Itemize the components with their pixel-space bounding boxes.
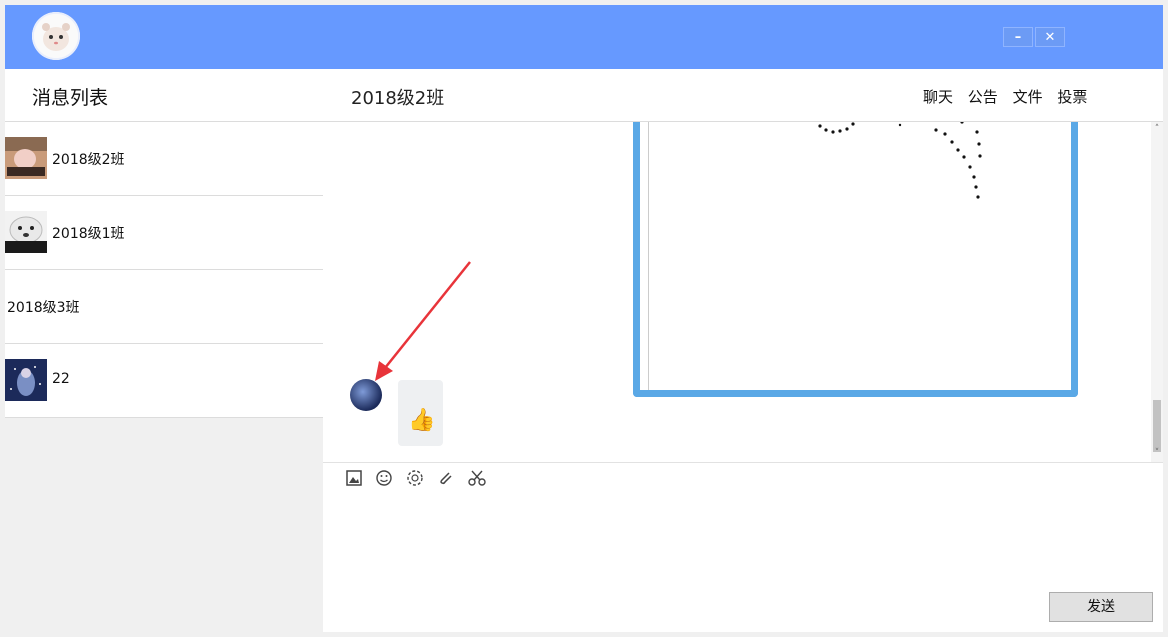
attachment-icon[interactable]	[436, 469, 456, 489]
tab-vote[interactable]: 投票	[1057, 88, 1087, 106]
app-window: – ✕ 消息列表 2018级2班 2018级1班 2018级3班 22 2018…	[5, 5, 1163, 632]
sidebar-item-2018-class-2[interactable]: 2018级2班	[5, 122, 323, 196]
scroll-up-icon[interactable]: ˄	[1151, 124, 1163, 136]
scissors-icon[interactable]	[467, 469, 487, 489]
sidebar-item-label: 2018级1班	[52, 226, 125, 242]
red-arrow-annotation	[375, 261, 471, 381]
chat-messages[interactable]: 👍 ˄ ˅	[323, 122, 1163, 462]
image-content	[818, 122, 982, 199]
emoji-icon[interactable]	[375, 469, 395, 489]
tab-announcement[interactable]: 公告	[968, 88, 998, 106]
sidebar-item-label: 22	[52, 371, 70, 387]
message-list-sidebar: 消息列表 2018级2班 2018级1班 2018级3班 22	[5, 69, 324, 632]
sidebar-item-2018-class-1[interactable]: 2018级1班	[5, 196, 323, 270]
message-bubble[interactable]: 👍	[398, 380, 443, 446]
scroll-down-icon[interactable]: ˅	[1151, 448, 1163, 460]
chat-tabs: 聊天 公告 文件 投票	[923, 86, 1097, 107]
scrollbar-thumb[interactable]	[1153, 400, 1161, 452]
group-avatar	[5, 137, 47, 179]
user-avatar[interactable]	[32, 12, 80, 60]
message-input[interactable]: 发送	[323, 494, 1163, 632]
chat-scrollbar[interactable]: ˄ ˅	[1151, 122, 1163, 462]
group-avatar	[5, 211, 47, 253]
chat-panel: 2018级2班 聊天 公告 文件 投票 👍 ˄ ˅ 发送	[323, 69, 1163, 632]
minimize-button[interactable]: –	[1003, 27, 1033, 47]
chat-title: 2018级2班	[351, 88, 445, 109]
thumbs-up-icon: 👍	[408, 408, 436, 433]
screenshot-icon[interactable]	[406, 469, 426, 489]
chat-header: 2018级2班 聊天 公告 文件 投票	[323, 69, 1163, 122]
sidebar-item-label: 2018级2班	[52, 152, 125, 168]
sidebar-item-2018-class-3[interactable]: 2018级3班	[5, 270, 323, 344]
sidebar-item-22[interactable]: 22	[5, 344, 323, 418]
send-button[interactable]: 发送	[1049, 592, 1153, 622]
title-bar: – ✕	[5, 5, 1163, 69]
tab-files[interactable]: 文件	[1013, 88, 1043, 106]
image-icon[interactable]	[345, 469, 365, 489]
sidebar-item-label: 2018级3班	[7, 300, 80, 316]
image-message[interactable]	[633, 122, 1078, 397]
sender-avatar[interactable]	[350, 379, 382, 411]
sidebar-header: 消息列表	[5, 69, 323, 122]
group-avatar	[5, 359, 47, 401]
close-button[interactable]: ✕	[1035, 27, 1065, 47]
tab-chat[interactable]: 聊天	[923, 88, 953, 106]
input-toolbar	[323, 462, 1163, 495]
sidebar-title: 消息列表	[32, 87, 109, 109]
